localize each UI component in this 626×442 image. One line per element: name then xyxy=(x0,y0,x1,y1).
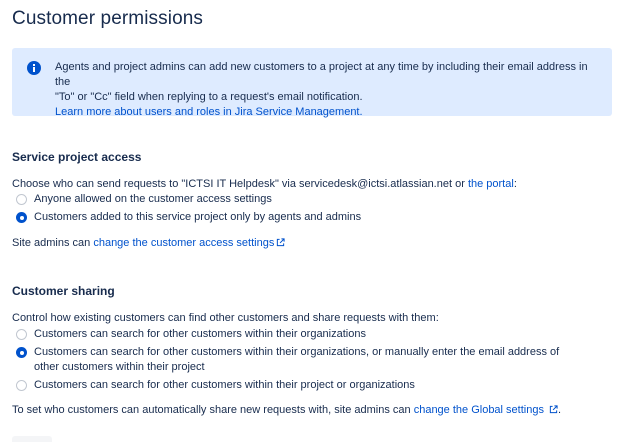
sharing-option-label: Customers can search for other customers… xyxy=(34,328,366,340)
access-option-label: Customers added to this service project … xyxy=(34,211,362,223)
page-title: Customer permissions xyxy=(12,8,203,29)
info-banner-line1: Agents and project admins can add new cu… xyxy=(55,61,588,88)
radio-checked[interactable] xyxy=(16,347,27,358)
change-global-settings-link-label: change the Global settings xyxy=(413,404,544,416)
sharing-option-organizations[interactable]: Customers can search for other customers… xyxy=(16,327,576,342)
sharing-option-organizations-or-email[interactable]: Customers can search for other customers… xyxy=(16,345,576,375)
customer-permissions-page: Customer permissions Agents and project … xyxy=(0,0,626,442)
radio-unchecked[interactable] xyxy=(16,380,27,391)
access-option-customers-added[interactable]: Customers added to this service project … xyxy=(16,210,361,225)
sharing-option-project-or-organizations[interactable]: Customers can search for other customers… xyxy=(16,378,576,393)
access-option-label: Anyone allowed on the customer access se… xyxy=(34,193,272,205)
service-access-description-suffix: : xyxy=(513,178,517,190)
access-option-anyone[interactable]: Anyone allowed on the customer access se… xyxy=(16,192,272,207)
save-button-partial[interactable] xyxy=(12,436,52,442)
radio-unchecked[interactable] xyxy=(16,329,27,340)
service-access-heading: Service project access xyxy=(12,150,142,164)
change-customer-access-link-label: change the customer access settings xyxy=(93,237,275,249)
portal-link[interactable]: the portal xyxy=(468,178,514,190)
learn-more-link[interactable]: Learn more about users and roles in Jira… xyxy=(55,105,600,120)
customer-sharing-description: Control how existing customers can find … xyxy=(12,312,439,324)
customer-sharing-footer-text: To set who customers can automatically s… xyxy=(12,404,411,416)
info-banner: Agents and project admins can add new cu… xyxy=(12,48,612,118)
service-access-footer: Site admins can change the customer acce… xyxy=(12,237,285,249)
info-banner-text: Agents and project admins can add new cu… xyxy=(55,60,600,120)
customer-sharing-footer: To set who customers can automatically s… xyxy=(12,404,561,416)
external-link-icon xyxy=(277,238,285,247)
change-global-settings-link[interactable]: change the Global settings xyxy=(414,404,558,416)
info-banner-line2: "To" or "Cc" field when replying to a re… xyxy=(55,91,363,103)
service-access-description: Choose who can send requests to "ICTSI I… xyxy=(12,178,517,190)
footer-period: . xyxy=(558,404,562,416)
external-link-icon xyxy=(549,405,558,414)
sharing-option-label: Customers can search for other customers… xyxy=(34,346,560,373)
service-access-description-text: Choose who can send requests to "ICTSI I… xyxy=(12,178,465,190)
change-customer-access-link[interactable]: change the customer access settings xyxy=(93,237,285,249)
radio-checked[interactable] xyxy=(16,212,27,223)
customer-sharing-heading: Customer sharing xyxy=(12,284,115,298)
radio-unchecked[interactable] xyxy=(16,194,27,205)
info-icon xyxy=(27,61,41,75)
service-access-footer-text: Site admins can xyxy=(12,237,91,249)
sharing-option-label: Customers can search for other customers… xyxy=(34,379,415,391)
